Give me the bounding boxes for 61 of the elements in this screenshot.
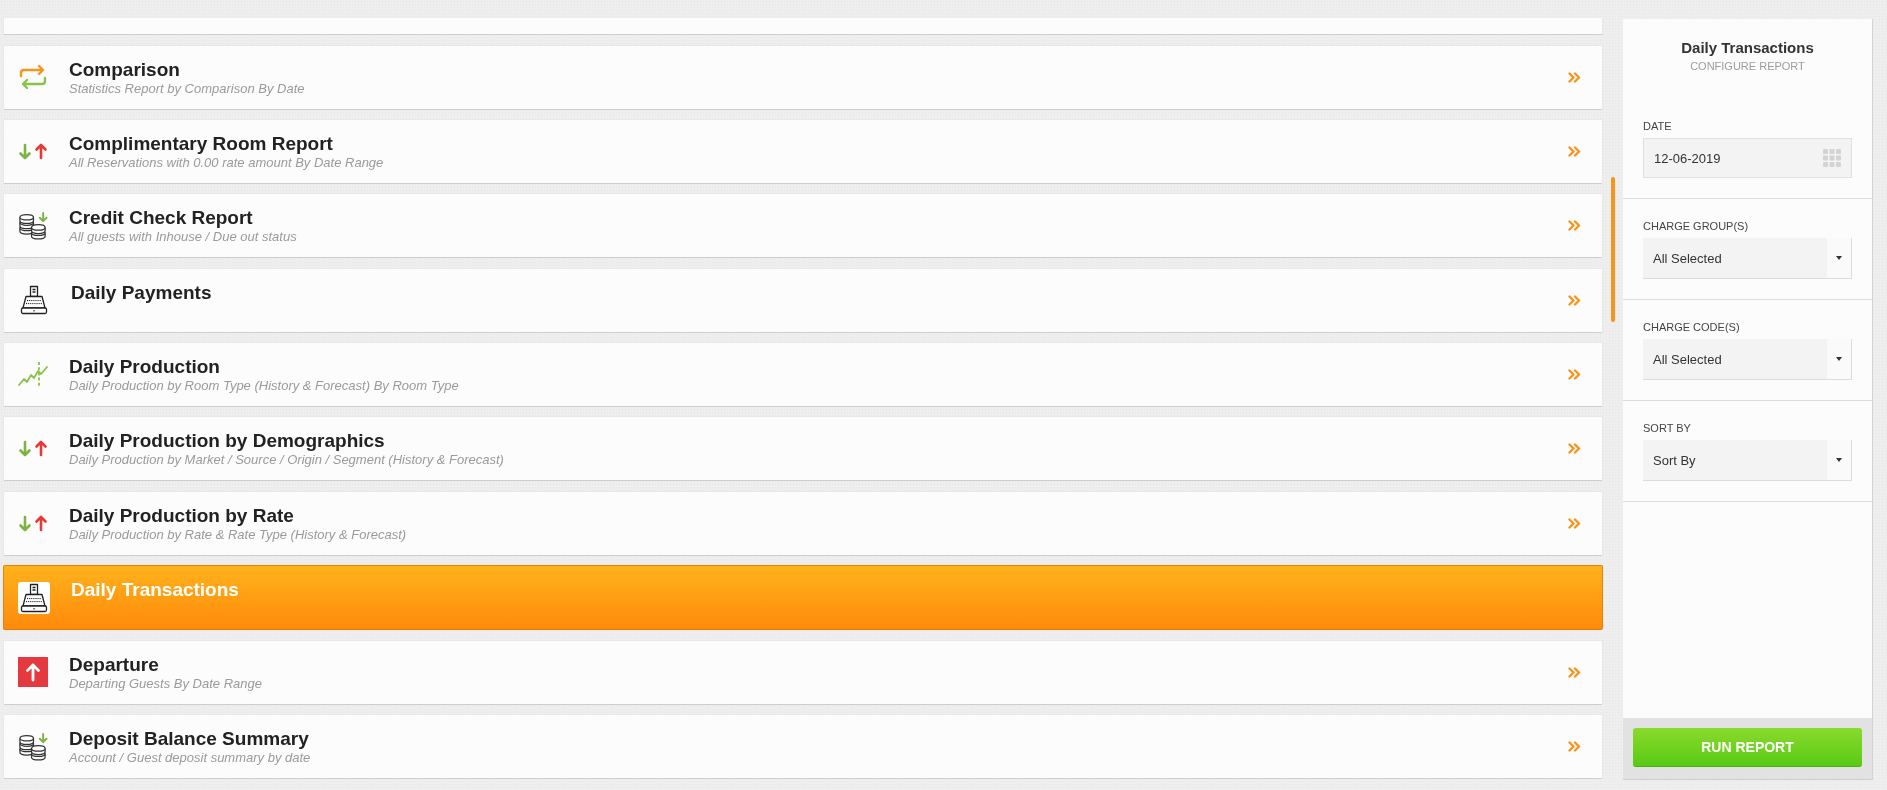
date-field[interactable]: 12-06-2019 [1643, 138, 1852, 178]
caret-icon [1836, 458, 1842, 462]
report-title: Daily Production by Rate [69, 504, 294, 527]
cash-register-icon [18, 581, 50, 614]
report-subtitle: Daily Production by Room Type (History & Forecast) By Room Type [69, 378, 459, 394]
down-up-arrows-icon [18, 440, 48, 458]
double-chevron-icon [1568, 666, 1581, 678]
report-subtitle: Account / Guest deposit summary by date [69, 750, 311, 765]
report-subtitle: Departing Guests By Date Range [69, 675, 262, 691]
field-label: CHARGE GROUP(S) [1643, 219, 1749, 233]
field-label: CHARGE CODE(S) [1643, 320, 1740, 334]
caret-icon [1836, 256, 1842, 260]
line-chart-icon [18, 361, 48, 389]
field-label: DATE [1643, 119, 1672, 133]
report-title: Credit Check Report [69, 207, 253, 230]
report-row[interactable]: Daily Production by Rate Daily Production by Rate & Rate Type (History & Forecast) [3, 490, 1603, 556]
report-subtitle: All Reservations with 0.00 rate amount By Date Range [69, 154, 384, 170]
double-chevron-icon [1568, 294, 1581, 306]
calendar-grid-icon [1823, 149, 1841, 167]
report-title: Comparison [69, 58, 180, 81]
double-chevron-icon [1568, 443, 1581, 455]
report-title: Complimentary Room Report [69, 132, 333, 155]
report-row[interactable]: Credit Check Report All guests with Inhouse / Due out status [3, 193, 1603, 259]
report-subtitle: All guests with Inhouse / Due out status [69, 229, 297, 245]
dropdown-select[interactable]: Sort By [1643, 440, 1852, 481]
dropdown-select[interactable]: All Selected [1643, 238, 1852, 279]
report-row[interactable]: Daily Production by Demographics Daily Production by Market / Source / Origin / Segment (History & Forecast) [3, 416, 1603, 482]
down-up-arrows-icon [18, 514, 48, 532]
report-subtitle: Daily Production by Rate & Rate Type (History & Forecast) [69, 526, 407, 542]
double-chevron-icon [1568, 145, 1581, 157]
caret-icon [1836, 357, 1842, 361]
report-row[interactable] [3, 18, 1603, 35]
coins-icon [18, 732, 48, 761]
report-row[interactable]: Complimentary Room Report All Reservations with 0.00 rate amount By Date Range [3, 118, 1603, 184]
report-subtitle: Daily Production by Market / Source / Origin / Segment (History & Forecast) [69, 452, 504, 468]
cash-register-icon [18, 284, 50, 317]
field-label: SORT BY [1643, 421, 1691, 435]
report-title: Daily Production [69, 356, 220, 379]
panel-title: Daily Transactions [1681, 38, 1814, 57]
report-row[interactable]: Comparison Statistics Report by Comparison By Date [3, 44, 1603, 110]
report-row[interactable]: Daily Production Daily Production by Room Type (History & Forecast) By Room Type [3, 342, 1603, 408]
scrollbar-thumb[interactable] [1611, 177, 1615, 322]
report-row[interactable]: Departure Departing Guests By Date Range [3, 639, 1603, 705]
report-row[interactable]: Daily Payments [3, 267, 1603, 333]
swap-arrows-icon [18, 64, 48, 90]
report-title: Departure [69, 653, 159, 676]
double-chevron-icon [1568, 71, 1581, 83]
double-chevron-icon [1568, 369, 1581, 381]
report-row[interactable]: Deposit Balance Summary Account / Guest deposit summary by date [3, 714, 1603, 779]
dropdown-select[interactable]: All Selected [1643, 339, 1852, 380]
report-title: Daily Payments [71, 281, 212, 304]
report-subtitle: Statistics Report by Comparison By Date [69, 80, 305, 96]
report-title: Daily Transactions [71, 579, 239, 602]
down-up-arrows-icon [18, 142, 48, 160]
report-title: Deposit Balance Summary [69, 728, 309, 750]
double-chevron-icon [1568, 220, 1581, 232]
double-chevron-icon [1568, 741, 1581, 752]
report-title: Daily Production by Demographics [69, 430, 385, 453]
double-chevron-icon [1568, 517, 1581, 529]
panel-subtitle: CONFIGURE REPORT [1690, 59, 1805, 73]
coins-icon [18, 211, 48, 241]
